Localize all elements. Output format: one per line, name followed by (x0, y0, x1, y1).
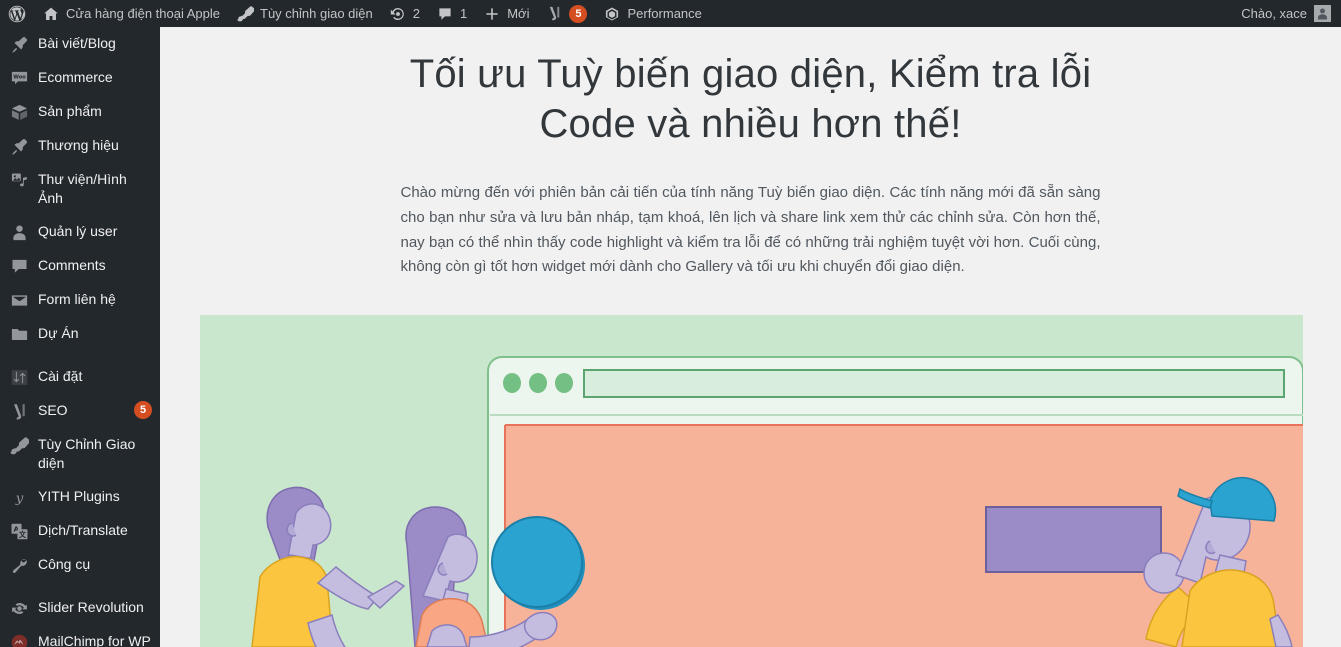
sidebar-item-yith-plugins[interactable]: y YITH Plugins (0, 480, 160, 514)
adminbar-wordpress-logo[interactable] (0, 0, 34, 27)
folder-icon (9, 324, 29, 344)
sidebar-item-label: Thư viện/Hình Ảnh (38, 171, 127, 206)
sidebar-item-tools[interactable]: Công cụ (0, 548, 160, 582)
slider-revolution-icon (9, 598, 29, 618)
sidebar-item-label: Cài đặt (38, 368, 83, 384)
sidebar-separator (0, 351, 160, 360)
pin-icon (9, 136, 29, 156)
sidebar-item-products[interactable]: Sản phẩm (0, 95, 160, 129)
sidebar-item-label: Sản phẩm (38, 103, 102, 119)
sidebar-item-contact-form[interactable]: Form liên hệ (0, 283, 160, 317)
product-box-icon (9, 102, 29, 122)
svg-text:Woo: Woo (13, 74, 26, 80)
sidebar-item-label: Bài viết/Blog (38, 35, 116, 51)
sidebar-item-label: Comments (38, 257, 106, 273)
adminbar-yoast-badge: 5 (569, 4, 588, 23)
sidebar-item-brands[interactable]: Thương hiệu (0, 129, 160, 163)
sidebar-item-label: Quản lý user (38, 223, 118, 239)
sidebar-seo-badge: 5 (134, 401, 152, 419)
svg-text:文: 文 (18, 530, 26, 539)
adminbar-performance-label: Performance (627, 6, 702, 21)
adminbar-comments-count: 1 (459, 6, 468, 21)
adminbar-new-content-label: Mới (507, 6, 530, 21)
adminbar-new-content[interactable]: Mới (475, 0, 537, 27)
yoast-seo-icon (9, 401, 29, 421)
mailchimp-icon (9, 632, 29, 647)
adminbar-customize-label: Tùy chỉnh giao diện (260, 6, 373, 21)
comment-bubble-icon (9, 256, 29, 276)
sidebar-separator (0, 582, 160, 591)
updates-icon (389, 5, 407, 23)
sidebar-item-label: YITH Plugins (38, 488, 120, 504)
sidebar-item-label: Công cụ (38, 556, 91, 572)
yoast-seo-icon (545, 5, 563, 23)
sidebar-item-label: Dự Án (38, 325, 79, 341)
illustration-svg (200, 315, 1303, 647)
media-icon (9, 170, 29, 190)
sidebar-item-mailchimp[interactable]: MailChimp for WP (0, 625, 160, 647)
page-title-line-2: Code và nhiều hơn thế! (539, 102, 962, 146)
sidebar-item-users[interactable]: Quản lý user (0, 215, 160, 249)
sidebar-item-translate[interactable]: A 文 Dịch/Translate (0, 514, 160, 548)
page-title: Tối ưu Tuỳ biến giao diện, Kiểm tra lỗi … (401, 49, 1101, 149)
avatar (1314, 5, 1331, 22)
home-icon (42, 5, 60, 23)
adminbar-comments[interactable]: 1 (428, 0, 475, 27)
main-content-area: Tối ưu Tuỳ biến giao diện, Kiểm tra lỗi … (160, 27, 1341, 647)
adminbar-greeting: Chào, xace (1241, 6, 1307, 21)
yith-icon: y (9, 487, 29, 507)
sidebar-item-label: MailChimp for WP (38, 633, 151, 647)
sidebar-item-label: Slider Revolution (38, 599, 144, 615)
settings-sliders-icon (9, 367, 29, 387)
sidebar-item-posts[interactable]: Bài viết/Blog (0, 27, 160, 61)
page-title-line-1: Tối ưu Tuỳ biến giao diện, Kiểm tra lỗi (409, 52, 1092, 96)
sidebar-item-label: Form liên hệ (38, 291, 116, 307)
pin-icon (9, 34, 29, 54)
plus-icon (483, 5, 501, 23)
adminbar-site-name-label: Cửa hàng điện thoại Apple (66, 6, 220, 21)
sidebar-item-ecommerce[interactable]: Woo Ecommerce (0, 61, 160, 95)
intro-paragraph: Chào mừng đến với phiên bản cải tiến của… (400, 184, 1101, 276)
about-page-wrap: Tối ưu Tuỳ biến giao diện, Kiểm tra lỗi … (160, 27, 1341, 647)
wordpress-logo-icon (8, 5, 26, 23)
adminbar-account-area[interactable]: Chào, xace (1241, 0, 1341, 27)
user-icon (9, 222, 29, 242)
comment-bubble-icon (436, 5, 454, 23)
sidebar-item-projects[interactable]: Dự Án (0, 317, 160, 351)
customizer-hero-illustration (200, 315, 1303, 647)
sidebar-item-seo[interactable]: SEO 5 (0, 394, 160, 428)
translate-icon: A 文 (9, 521, 29, 541)
adminbar-performance[interactable]: Performance (595, 0, 709, 27)
sidebar-item-label: Thương hiệu (38, 137, 119, 153)
sidebar-item-settings[interactable]: Cài đặt (0, 360, 160, 394)
adminbar-updates[interactable]: 2 (381, 0, 428, 27)
admin-sidebar-menu: Bài viết/Blog Woo Ecommerce Sản phẩm Thư… (0, 27, 160, 647)
performance-icon (603, 5, 621, 23)
adminbar-site-name[interactable]: Cửa hàng điện thoại Apple (34, 0, 228, 27)
wrench-icon (9, 555, 29, 575)
envelope-icon (9, 290, 29, 310)
svg-text:y: y (14, 491, 23, 506)
sidebar-item-label: SEO (38, 402, 68, 418)
adminbar-yoast-seo[interactable]: 5 (537, 0, 595, 27)
sidebar-item-label: Tùy Chỉnh Giao diện (38, 436, 136, 471)
admin-bar: Cửa hàng điện thoại Apple Tùy chỉnh giao… (0, 0, 1341, 27)
sidebar-item-customize[interactable]: Tùy Chỉnh Giao diện (0, 428, 160, 480)
sidebar-item-slider-revolution[interactable]: Slider Revolution (0, 591, 160, 625)
sidebar-item-label: Dịch/Translate (38, 522, 128, 538)
adminbar-updates-count: 2 (412, 6, 420, 21)
customize-brush-icon (236, 5, 254, 23)
woo-icon: Woo (9, 68, 29, 88)
sidebar-item-label: Ecommerce (38, 69, 113, 85)
sidebar-item-comments[interactable]: Comments (0, 249, 160, 283)
sidebar-item-media[interactable]: Thư viện/Hình Ảnh (0, 163, 160, 215)
adminbar-customize[interactable]: Tùy chỉnh giao diện (228, 0, 381, 27)
customize-brush-icon (9, 435, 29, 455)
